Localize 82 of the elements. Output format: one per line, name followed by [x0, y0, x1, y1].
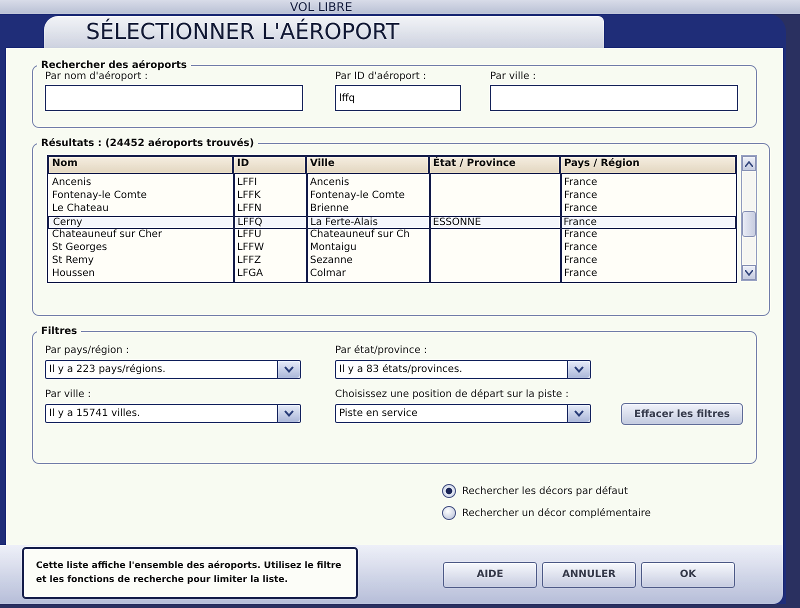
table-cell: France — [564, 190, 598, 201]
dialog-button[interactable]: OK — [641, 562, 735, 588]
window-title: SÉLECTIONNER L'AÉROPORT — [86, 20, 400, 44]
table-cell: France — [564, 177, 598, 188]
caret-icon[interactable] — [277, 405, 300, 422]
help-text: Cette liste affiche l'ensemble des aéroports. Utilisez le filtre et les fonctions de recherche pour limiter la liste. — [36, 560, 342, 586]
table-row[interactable]: Ancenis LFFI Ancenis France — [48, 177, 736, 190]
table-cell: Cerny — [53, 217, 82, 228]
table-cell: LFGA — [237, 268, 263, 279]
table-cell: La Ferte-Alais — [310, 217, 378, 228]
table-cell: LFFN — [237, 203, 262, 214]
table-cell: ESSONNE — [432, 217, 482, 228]
table-cell: Houssen — [52, 268, 95, 279]
field-label: Par ville : — [490, 71, 537, 82]
table-row[interactable]: Cerny LFFQ La Ferte-Alais ESSONNE France — [48, 216, 736, 229]
scroll-down-icon[interactable] — [742, 265, 756, 280]
table-cell: Colmar — [310, 268, 346, 279]
table-row[interactable]: Le Chateau LFFN Brienne France — [48, 203, 736, 216]
group-title: Résultats : (24452 aéroports trouvés) — [40, 138, 256, 149]
table-row[interactable]: St Remy LFFZ Sezanne France — [48, 255, 736, 268]
dialog-button[interactable]: ANNULER — [542, 562, 636, 588]
dialog-button[interactable]: AIDE — [443, 562, 537, 588]
input-field[interactable] — [45, 85, 303, 111]
field-label: Par ID d'aéroport : — [335, 71, 428, 82]
column-header[interactable]: Pays / Région — [560, 156, 736, 174]
table-cell: Fontenay-le Comte — [310, 190, 405, 201]
dropdown[interactable]: Il y a 223 pays/régions. — [45, 360, 301, 379]
table-row[interactable]: Fontenay-le Comte LFFK Fontenay-le Comte France — [48, 190, 736, 203]
input-field[interactable] — [490, 85, 738, 111]
column-header[interactable]: État / Province — [429, 156, 560, 174]
scroll-thumb[interactable] — [742, 211, 756, 237]
table-cell: St Remy — [52, 255, 94, 266]
field-label: Par nom d'aéroport : — [45, 71, 149, 82]
background-app-title: VOL LIBRE — [290, 0, 352, 14]
table-cell: Montaigu — [310, 242, 357, 253]
table-cell: France — [564, 255, 598, 266]
caret-icon[interactable] — [567, 405, 590, 422]
table-cell: France — [564, 203, 598, 214]
column-header[interactable]: Nom — [48, 156, 233, 174]
table-cell: LFFQ — [237, 217, 262, 228]
dropdown[interactable]: Piste en service — [335, 404, 591, 423]
table-cell: St Georges — [52, 242, 108, 253]
dropdown[interactable]: Il y a 15741 villes. — [45, 404, 301, 423]
table-cell: Chateauneuf sur Ch — [310, 229, 410, 240]
radio-button[interactable] — [442, 484, 456, 498]
input-field[interactable]: lffq — [335, 85, 461, 111]
table-row[interactable]: Chateauneuf sur Cher LFFU Chateauneuf sur Ch France — [48, 229, 736, 242]
table-cell: Chateauneuf sur Cher — [52, 229, 162, 240]
radio-label[interactable]: Rechercher les décors par défaut — [462, 486, 628, 496]
table-cell: Ancenis — [310, 177, 350, 188]
dropdown[interactable]: Il y a 83 états/provinces. — [335, 360, 591, 379]
column-header[interactable]: Ville — [306, 156, 429, 174]
dropdown-label: Choisissez une position de départ sur la piste : — [335, 389, 570, 400]
caret-icon[interactable] — [277, 361, 300, 378]
table-cell: LFFU — [237, 229, 262, 240]
dropdown-label: Par ville : — [45, 389, 92, 400]
table-cell: Sezanne — [310, 255, 353, 266]
scrollbar[interactable] — [741, 155, 757, 281]
table-row[interactable]: St Georges LFFW Montaigu France — [48, 242, 736, 255]
table-cell: Le Chateau — [52, 203, 109, 214]
table-cell: LFFZ — [237, 255, 261, 266]
table-cell: France — [564, 229, 598, 240]
radio-button[interactable] — [442, 506, 456, 520]
group-title: Filtres — [40, 326, 78, 337]
table-cell: LFFI — [237, 177, 258, 188]
dropdown-label: Par pays/région : — [45, 345, 130, 356]
table-cell: Fontenay-le Comte — [52, 190, 147, 201]
dropdown-label: Par état/province : — [335, 345, 428, 356]
column-header[interactable]: ID — [233, 156, 306, 174]
table-cell: LFFW — [237, 242, 264, 253]
table-cell: LFFK — [237, 190, 261, 201]
radio-label[interactable]: Rechercher un décor complémentaire — [462, 508, 651, 518]
table-cell: France — [564, 268, 598, 279]
group-title: Rechercher des aéroports — [40, 60, 188, 71]
clear-filters-button[interactable]: Effacer les filtres — [621, 403, 743, 425]
table-cell: France — [564, 217, 597, 228]
table-row[interactable]: Houssen LFGA Colmar France — [48, 268, 736, 281]
table-cell: Ancenis — [52, 177, 92, 188]
table-cell: France — [564, 242, 598, 253]
scroll-up-icon[interactable] — [742, 156, 756, 171]
table-cell: Brienne — [310, 203, 349, 214]
caret-icon[interactable] — [567, 361, 590, 378]
